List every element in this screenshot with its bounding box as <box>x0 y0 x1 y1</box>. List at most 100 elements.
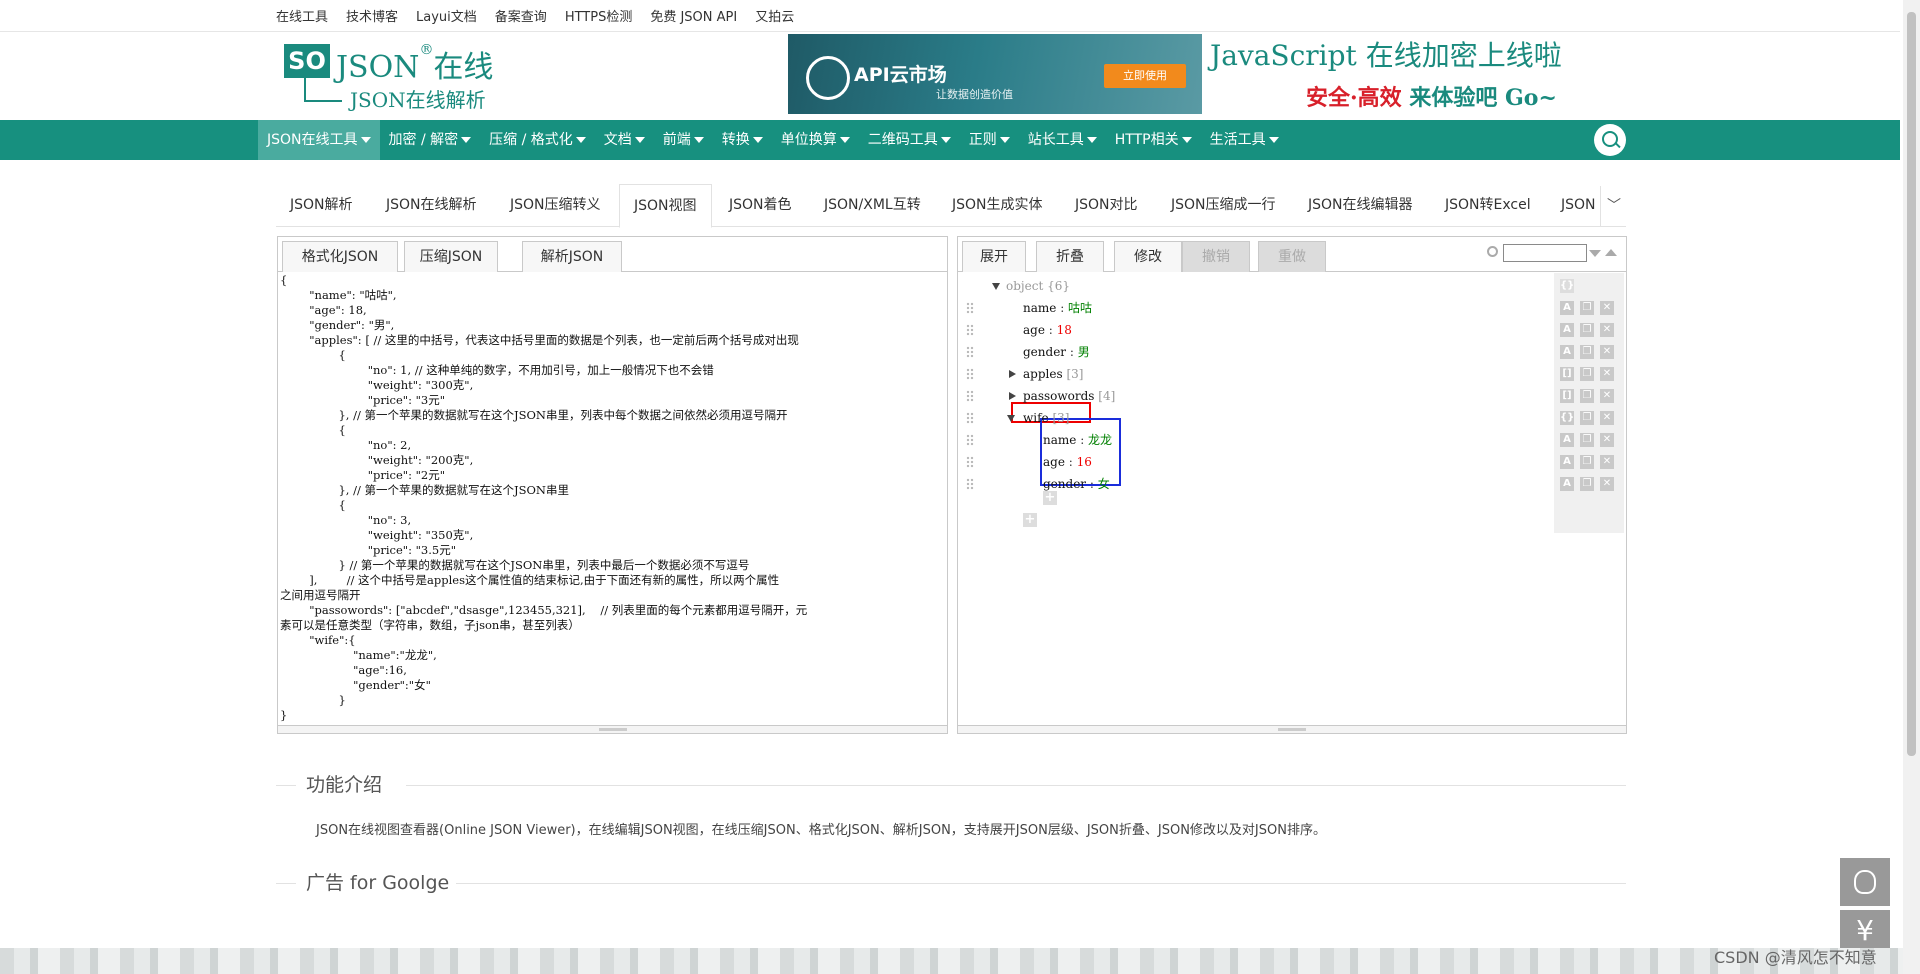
remove-icon[interactable]: ✕ <box>1600 411 1614 425</box>
duplicate-icon[interactable]: ❐ <box>1580 301 1594 315</box>
duplicate-icon[interactable]: ❐ <box>1580 477 1594 491</box>
top-link[interactable]: 又拍云 <box>755 6 794 25</box>
drag-handle-icon[interactable] <box>966 302 974 314</box>
type-icon[interactable]: A <box>1560 301 1574 315</box>
drag-handle-icon[interactable] <box>966 456 974 468</box>
collapse-button[interactable]: 折叠 <box>1036 241 1104 272</box>
duplicate-icon[interactable]: ❐ <box>1580 455 1594 469</box>
expand-button[interactable]: 展开 <box>962 241 1026 272</box>
tab-json-xml[interactable]: JSON/XML互转 <box>824 184 921 226</box>
duplicate-icon[interactable]: ❐ <box>1580 411 1594 425</box>
nav-item[interactable]: 前端 <box>654 120 713 160</box>
top-link[interactable]: 在线工具 <box>276 6 328 25</box>
remove-icon[interactable]: ✕ <box>1600 301 1614 315</box>
duplicate-icon[interactable]: ❐ <box>1580 433 1594 447</box>
tree-search-input[interactable] <box>1503 244 1587 262</box>
tree-row[interactable]: apples [3] <box>958 363 1558 385</box>
expand-down-icon[interactable] <box>1007 415 1015 422</box>
nav-item[interactable]: 转换 <box>713 120 772 160</box>
remove-icon[interactable]: ✕ <box>1600 433 1614 447</box>
top-link[interactable]: 免费 JSON API <box>650 6 737 25</box>
remove-icon[interactable]: ✕ <box>1600 323 1614 337</box>
tree-row[interactable]: name : 龙龙 <box>958 429 1558 451</box>
search-icon[interactable] <box>1594 124 1626 156</box>
tab-json-compress-escape[interactable]: JSON压缩转义 <box>510 184 601 226</box>
remove-icon[interactable]: ✕ <box>1600 345 1614 359</box>
type-icon[interactable]: A <box>1560 345 1574 359</box>
undo-button[interactable]: 撤销 <box>1182 241 1250 272</box>
duplicate-icon[interactable]: ❐ <box>1580 389 1594 403</box>
tab-json-view[interactable]: JSON视图 <box>619 184 712 228</box>
tree-row[interactable]: age : 16 <box>958 451 1558 473</box>
tree-row[interactable]: age : 18 <box>958 319 1558 341</box>
remove-icon[interactable]: ✕ <box>1600 389 1614 403</box>
remove-icon[interactable]: ✕ <box>1600 455 1614 469</box>
tab-json-excel[interactable]: JSON转Excel <box>1445 184 1531 226</box>
tree-row[interactable]: passowords [4] <box>958 385 1558 407</box>
expand-right-icon[interactable] <box>1009 370 1016 378</box>
type-icon[interactable]: {} <box>1560 411 1574 425</box>
tab-json-entity[interactable]: JSON生成实体 <box>952 184 1043 226</box>
js-encrypt-banner[interactable]: JavaScript 在线加密上线啦 安全·高效 来体验吧 Go~ <box>1210 34 1620 114</box>
tree-row[interactable]: name : 咕咕 <box>958 297 1558 319</box>
api-market-banner[interactable]: API云市场 让数据创造价值 立即使用 <box>788 34 1202 114</box>
tree-row[interactable]: gender : 女 <box>958 473 1558 495</box>
banner-button[interactable]: 立即使用 <box>1104 64 1186 88</box>
nav-item[interactable]: 加密 / 解密 <box>380 120 481 160</box>
tree-row[interactable]: wife [3] <box>958 407 1558 429</box>
nav-item[interactable]: 压缩 / 格式化 <box>480 120 595 160</box>
type-icon[interactable]: A <box>1560 477 1574 491</box>
top-link[interactable]: 备案查询 <box>495 6 547 25</box>
tab-json-editor[interactable]: JSON在线编辑器 <box>1308 184 1413 226</box>
remove-icon[interactable]: ✕ <box>1600 477 1614 491</box>
tab-json-online-parse[interactable]: JSON在线解析 <box>386 184 477 226</box>
nav-item[interactable]: 单位换算 <box>772 120 859 160</box>
remove-icon[interactable]: ✕ <box>1600 367 1614 381</box>
duplicate-icon[interactable]: ❐ <box>1580 345 1594 359</box>
tab-json-one-line[interactable]: JSON压缩成一行 <box>1171 184 1276 226</box>
nav-item[interactable]: 生活工具 <box>1201 120 1288 160</box>
duplicate-icon[interactable]: ❐ <box>1580 323 1594 337</box>
qq-contact-button[interactable] <box>1840 858 1890 906</box>
nav-item[interactable]: 站长工具 <box>1019 120 1106 160</box>
page-scrollbar[interactable] <box>1903 0 1920 974</box>
tab-json-parse[interactable]: JSON解析 <box>290 184 353 226</box>
scrollbar-thumb[interactable] <box>1907 12 1916 756</box>
tabs-more-chevron-icon[interactable]: ﹀ <box>1600 186 1627 226</box>
search-next-icon[interactable] <box>1589 250 1601 257</box>
drag-handle-icon[interactable] <box>966 412 974 424</box>
tab-json-color[interactable]: JSON着色 <box>729 184 792 226</box>
resize-handle[interactable] <box>278 725 947 733</box>
search-prev-icon[interactable] <box>1605 249 1617 256</box>
drag-handle-icon[interactable] <box>966 324 974 336</box>
drag-handle-icon[interactable] <box>966 368 974 380</box>
add-item-icon[interactable]: + <box>1023 513 1037 527</box>
nav-item[interactable]: 正则 <box>960 120 1019 160</box>
type-icon[interactable]: A <box>1560 323 1574 337</box>
top-link[interactable]: Layui文档 <box>416 6 477 25</box>
drag-handle-icon[interactable] <box>966 390 974 402</box>
json-textarea[interactable]: { "name": "咕咕", "age": 18, "gender": "男"… <box>280 273 940 723</box>
expand-down-icon[interactable] <box>992 283 1000 290</box>
object-type-icon[interactable]: {} <box>1560 279 1574 293</box>
tree-root[interactable]: object {6} <box>958 275 1558 297</box>
type-icon[interactable]: A <box>1560 433 1574 447</box>
drag-handle-icon[interactable] <box>966 434 974 446</box>
nav-item[interactable]: 文档 <box>595 120 654 160</box>
format-json-button[interactable]: 格式化JSON <box>282 241 398 272</box>
tab-json-more[interactable]: JSON <box>1561 184 1596 226</box>
tab-json-diff[interactable]: JSON对比 <box>1075 184 1138 226</box>
top-link[interactable]: 技术博客 <box>346 6 398 25</box>
type-icon[interactable]: A <box>1560 455 1574 469</box>
redo-button[interactable]: 重做 <box>1258 241 1326 272</box>
compress-json-button[interactable]: 压缩JSON <box>404 241 498 272</box>
parse-json-button[interactable]: 解析JSON <box>522 241 622 272</box>
tree-row[interactable]: gender : 男 <box>958 341 1558 363</box>
nav-item[interactable]: 二维码工具 <box>859 120 960 160</box>
resize-handle[interactable] <box>958 725 1626 733</box>
nav-item[interactable]: HTTP相关 <box>1106 120 1201 160</box>
expand-right-icon[interactable] <box>1009 392 1016 400</box>
drag-handle-icon[interactable] <box>966 346 974 358</box>
type-icon[interactable]: [] <box>1560 367 1574 381</box>
nav-item[interactable]: JSON在线工具 <box>258 120 380 160</box>
